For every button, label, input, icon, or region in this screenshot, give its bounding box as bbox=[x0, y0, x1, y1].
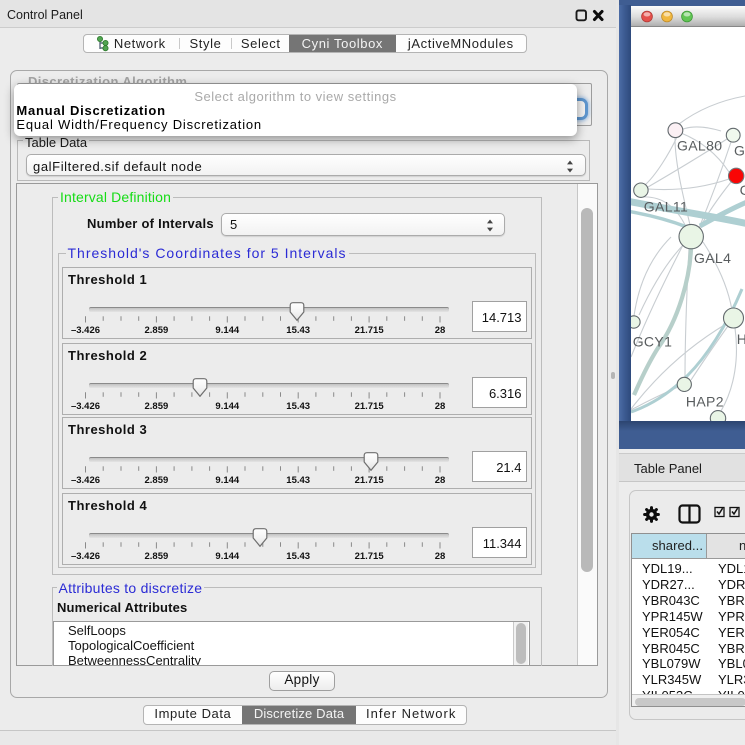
svg-text:GAL11: GAL11 bbox=[644, 199, 688, 215]
svg-text:GA: GA bbox=[734, 143, 745, 159]
svg-text:C: C bbox=[740, 182, 745, 198]
svg-text:GCY1: GCY1 bbox=[633, 334, 673, 350]
svg-text:GAL80: GAL80 bbox=[677, 137, 722, 153]
svg-text:GAL4: GAL4 bbox=[694, 250, 731, 266]
svg-text:H: H bbox=[737, 331, 745, 347]
svg-text:HAP2: HAP2 bbox=[686, 394, 724, 410]
